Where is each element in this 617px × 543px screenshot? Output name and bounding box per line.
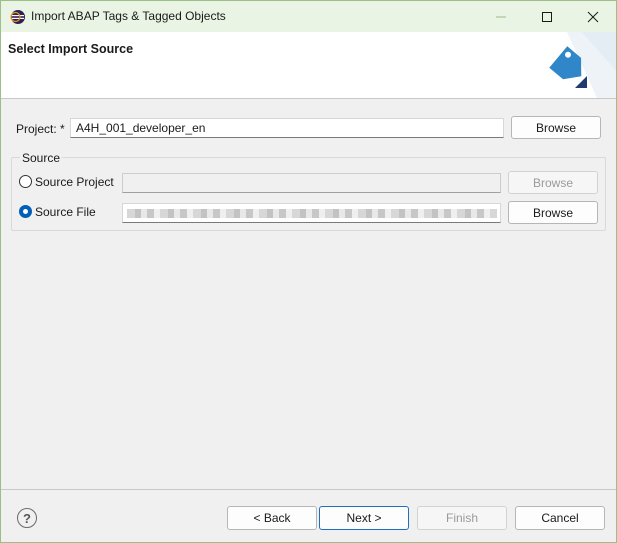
source-project-radio[interactable]: [19, 175, 32, 188]
wizard-banner: Select Import Source: [1, 32, 616, 99]
minimize-icon: [496, 16, 506, 17]
source-file-radio[interactable]: [19, 205, 32, 218]
project-browse-button[interactable]: Browse: [511, 116, 601, 139]
back-button[interactable]: < Back: [227, 506, 317, 530]
wizard-content: Project: * A4H_001_developer_en Browse S…: [1, 99, 616, 489]
title-bar[interactable]: Import ABAP Tags & Tagged Objects: [1, 1, 616, 32]
redacted-file-path: [127, 209, 497, 218]
project-field[interactable]: A4H_001_developer_en: [70, 118, 504, 138]
project-label: Project: *: [16, 122, 65, 136]
source-project-field: [122, 173, 501, 193]
close-icon: [587, 11, 599, 22]
source-file-field[interactable]: [122, 203, 501, 223]
source-project-browse-button: Browse: [508, 171, 598, 194]
maximize-button[interactable]: [524, 1, 570, 32]
maximize-icon: [542, 11, 552, 22]
cancel-button[interactable]: Cancel: [515, 506, 605, 530]
eclipse-icon: [10, 10, 25, 24]
tag-import-icon: [549, 32, 616, 98]
window-title: Import ABAP Tags & Tagged Objects: [31, 9, 226, 23]
source-project-label[interactable]: Source Project: [35, 175, 114, 189]
source-file-browse-button[interactable]: Browse: [508, 201, 598, 224]
import-wizard-window: Import ABAP Tags & Tagged Objects Select…: [0, 0, 617, 543]
help-icon: ?: [23, 510, 31, 526]
source-file-label[interactable]: Source File: [35, 205, 96, 219]
next-button[interactable]: Next >: [319, 506, 409, 530]
help-button[interactable]: ?: [17, 508, 37, 528]
source-group-label: Source: [20, 151, 63, 165]
minimize-button[interactable]: [478, 1, 524, 32]
finish-button: Finish: [417, 506, 507, 530]
page-title: Select Import Source: [8, 42, 134, 56]
close-button[interactable]: [570, 1, 616, 32]
wizard-footer: ? < Back Next > Finish Cancel: [1, 489, 616, 542]
